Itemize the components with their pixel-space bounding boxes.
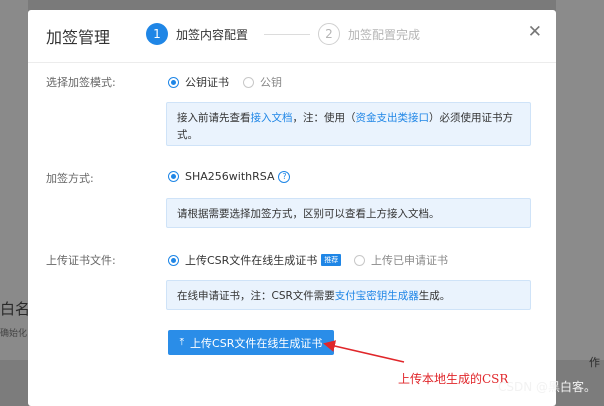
step-connector [264,34,310,35]
mode-label: 选择加签模式: [46,76,116,89]
upload-info-box: 在线申请证书，注：CSR文件需要支付宝密钥生成器生成。 [166,280,531,310]
info-text: 生成。 [418,290,451,302]
upload-csr-button[interactable]: ⤒ 上传CSR文件在线生成证书 [168,330,334,355]
step-1: 1 加签内容配置 [146,23,248,45]
step-1-label: 加签内容配置 [176,27,249,42]
help-icon[interactable]: ? [278,170,291,183]
radio-label: 公钥 [260,76,282,89]
method-info-box: 请根据需要选择加签方式，区别可以查看上方接入文档。 [166,198,531,228]
radio-label: 上传已申请证书 [371,254,448,267]
upload-label: 上传证书文件: [46,254,116,267]
radio-label: SHA256withRSA [185,170,275,183]
radio-upload-existing-cert[interactable]: 上传已申请证书 [354,252,448,268]
watermark: CSDN @黑白客。 [497,380,596,394]
background-subtext: 确始化 [0,329,28,339]
info-text: 在线申请证书，注：CSR文件需要 [177,290,335,302]
close-icon[interactable]: ✕ [528,22,542,42]
radio-unchecked-icon [243,76,254,88]
radio-checked-icon [168,254,179,266]
radio-label: 公钥证书 [185,76,229,89]
recommended-badge: 推荐 [321,254,342,266]
info-text: 接入前请先查看 [177,112,251,124]
info-text: ，注：使用（ [292,112,356,124]
signing-management-modal: 加签管理 1 加签内容配置 2 加签配置完成 ✕ 选择加签模式: 公钥证书 公钥… [28,10,556,406]
background-right-panel [556,0,604,406]
key-generator-link[interactable]: 支付宝密钥生成器 [335,290,419,302]
step-2-number: 2 [318,23,340,45]
radio-upload-csr[interactable]: 上传CSR文件在线生成证书 推荐 [168,252,342,268]
access-doc-link[interactable]: 接入文档 [251,112,293,124]
info-text: 请根据需要选择加签方式，区别可以查看上方接入文档。 [177,208,440,220]
radio-unchecked-icon [354,254,365,266]
method-label: 加签方式: [46,172,94,185]
modal-header: 加签管理 1 加签内容配置 2 加签配置完成 ✕ [28,10,556,63]
radio-public-key[interactable]: 公钥 [243,74,282,90]
step-2-label: 加签配置完成 [348,27,421,42]
upload-button-label: 上传CSR文件在线生成证书 [190,336,323,350]
modal-title: 加签管理 [46,28,111,47]
radio-sha256withrsa[interactable]: SHA256withRSA ? [168,170,291,183]
radio-checked-icon [168,76,179,88]
radio-label: 上传CSR文件在线生成证书 [185,254,318,267]
fund-payout-api-link[interactable]: 资金支出类接口 [356,112,430,124]
mode-info-box: 接入前请先查看接入文档，注：使用（资金支出类接口）必须使用证书方式。 [166,102,531,146]
background-right-text: 作 [589,356,600,369]
background-text: 白名 [0,300,31,318]
radio-checked-icon [168,171,179,182]
radio-public-key-certificate[interactable]: 公钥证书 [168,74,229,90]
step-1-number: 1 [146,23,168,45]
step-2: 2 加签配置完成 [318,23,420,45]
annotation-text: 上传本地生成的CSR [398,372,509,386]
background-page-edge [0,0,28,406]
upload-icon: ⤒ [179,337,185,348]
